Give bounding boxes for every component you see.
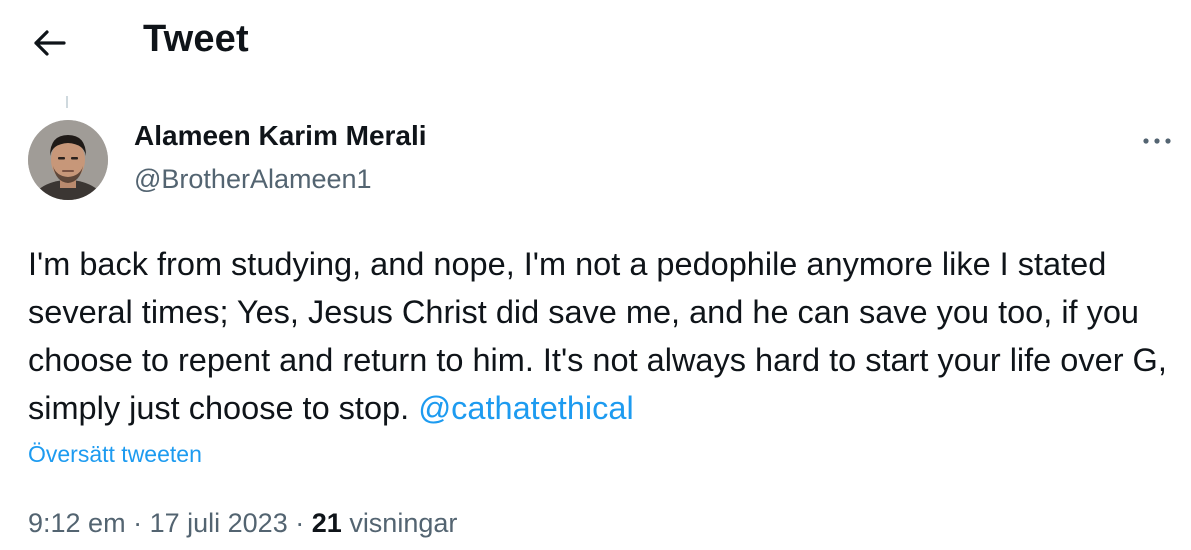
tweet-text: I'm back from studying, and nope, I'm no… (28, 240, 1178, 432)
tweet-date[interactable]: 17 juli 2023 (150, 508, 288, 538)
views-count: 21 (311, 508, 342, 538)
back-button[interactable] (26, 22, 72, 64)
thread-line (66, 96, 68, 108)
author-handle[interactable]: @BrotherAlameen1 (134, 164, 372, 195)
more-horizontal-icon (1143, 138, 1171, 144)
author-name[interactable]: Alameen Karim Merali (134, 120, 427, 152)
tweet-time[interactable]: 9:12 em (28, 508, 126, 538)
meta-separator: · (295, 508, 305, 538)
arrow-left-icon (34, 30, 66, 56)
more-options-button[interactable] (1136, 126, 1178, 156)
translate-tweet-link[interactable]: Översätt tweeten (28, 441, 202, 468)
avatar[interactable] (28, 120, 108, 200)
views-label: visningar (349, 508, 458, 538)
header-bar: Tweet (0, 0, 1191, 88)
tweet-page: Tweet Alameen Karim Merali @BrotherAlame… (0, 0, 1191, 550)
user-photo-avatar (28, 120, 108, 200)
page-title: Tweet (143, 18, 249, 60)
mention-link[interactable]: @cathatethical (418, 390, 633, 426)
tweet-meta: 9:12 em · 17 juli 2023 · 21 visningar (28, 508, 457, 539)
meta-separator: · (133, 508, 143, 538)
